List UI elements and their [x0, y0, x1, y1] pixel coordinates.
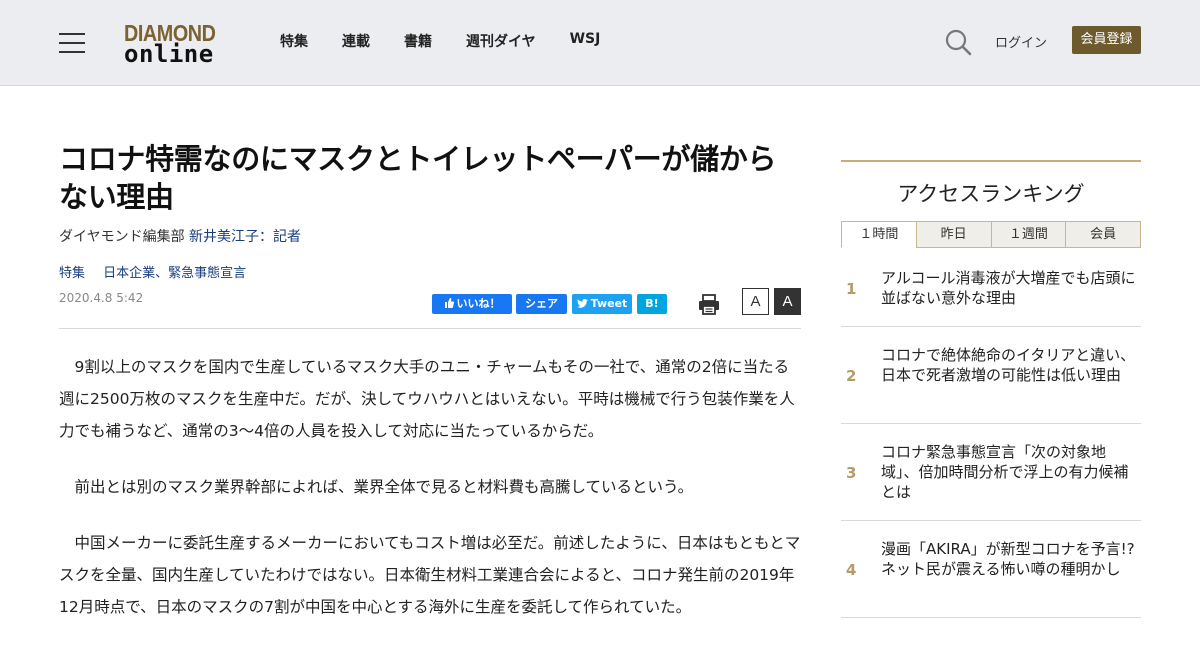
main-nav: 特集 連載 書籍 週刊ダイヤ WSJ — [280, 31, 634, 51]
rank-number: 4 — [846, 561, 857, 579]
menu-icon[interactable] — [59, 31, 85, 53]
twitter-bird-icon — [576, 298, 588, 308]
register-button[interactable]: 会員登録 — [1072, 26, 1141, 54]
paragraph: 9割以上のマスクを国内で生産しているマスク大手のユニ・チャームもその一社で、通常… — [59, 358, 795, 440]
nav-item-rensai[interactable]: 連載 — [342, 31, 370, 51]
article-meta-row: 2020.4.8 5:42 いいね！ シェア Tweet B! A A — [59, 285, 801, 329]
ranking-heading: アクセスランキング — [897, 182, 1085, 206]
facebook-like-button[interactable]: いいね！ — [432, 294, 512, 314]
ranking-item[interactable]: 1 アルコール消毒液が大増産でも店頭に並ばない意外な理由 — [841, 248, 1141, 327]
tweet-label: Tweet — [590, 297, 628, 310]
publish-date: 2020.4.8 5:42 — [59, 291, 144, 305]
tab-1-hour[interactable]: １時間 — [841, 221, 917, 248]
ranking-item[interactable]: 2 コロナで絶体絶命のイタリアと違い、日本で死者激増の可能性は低い理由 — [841, 327, 1141, 424]
login-link[interactable]: ログイン — [995, 32, 1047, 51]
font-size-normal-button[interactable]: A — [742, 288, 769, 315]
nav-item-tokushu[interactable]: 特集 — [280, 31, 308, 51]
paragraph: 前出とは別のマスク業界幹部によれば、業界全体で見ると材料費も高騰しているという。 — [74, 478, 694, 496]
logo-bottom-text: online — [124, 40, 214, 68]
ranking-tabs: １時間 昨日 １週間 会員 — [841, 221, 1141, 248]
rank-number: 2 — [846, 367, 857, 385]
tab-1-week[interactable]: １週間 — [990, 221, 1067, 248]
ranking-item[interactable]: 4 漫画「AKIRA」が新型コロナを予言!?ネット民が震える怖い噂の種明かし — [841, 521, 1141, 618]
thumbs-up-icon — [444, 298, 454, 308]
article: コロナ特需なのにマスクとトイレットペーパーが儲からない理由 ダイヤモンド編集部 … — [59, 140, 801, 647]
ranking-item-title[interactable]: 漫画「AKIRA」が新型コロナを予言!?ネット民が震える怖い噂の種明かし — [881, 521, 1141, 579]
font-size-large-button[interactable]: A — [774, 288, 801, 315]
print-icon[interactable] — [698, 293, 720, 315]
tab-yesterday[interactable]: 昨日 — [915, 221, 992, 248]
article-body: 9割以上のマスクを国内で生産しているマスク大手のユニ・チャームもその一社で、通常… — [59, 351, 801, 623]
search-icon[interactable] — [944, 28, 972, 56]
tag-link[interactable]: 日本企業、緊急事態宣言 — [103, 266, 246, 281]
article-tags: 特集 日本企業、緊急事態宣言 — [59, 262, 801, 281]
paragraph: 中国メーカーに委託生産するメーカーにおいてもコスト増は必至だ。前述したように、日… — [59, 534, 801, 616]
ranking-item-title[interactable]: コロナ緊急事態宣言「次の対象地域」、倍加時間分析で浮上の有力候補とは — [881, 424, 1141, 502]
rank-number: 3 — [846, 464, 857, 482]
site-logo[interactable]: DIAMOND online — [124, 20, 228, 68]
rank-number: 1 — [846, 280, 857, 298]
hatena-bookmark-button[interactable]: B! — [637, 294, 667, 314]
article-title: コロナ特需なのにマスクとトイレットペーパーが儲からない理由 — [59, 142, 777, 214]
ranking-item[interactable]: 3 コロナ緊急事態宣言「次の対象地域」、倍加時間分析で浮上の有力候補とは — [841, 424, 1141, 521]
byline: ダイヤモンド編集部 新井美江子：記者 — [59, 226, 801, 246]
nav-item-weekly-diamond[interactable]: 週刊ダイヤ — [466, 31, 536, 51]
ranking-list: 1 アルコール消毒液が大増産でも店頭に並ばない意外な理由 2 コロナで絶体絶命の… — [841, 248, 1141, 618]
tag-link[interactable]: 特集 — [59, 266, 85, 281]
like-label: いいね！ — [456, 297, 501, 310]
byline-department: ダイヤモンド編集部 — [59, 229, 190, 245]
nav-item-wsj[interactable]: WSJ — [570, 31, 601, 51]
byline-author-link[interactable]: 新井美江子：記者 — [189, 229, 301, 245]
twitter-share-button[interactable]: Tweet — [572, 294, 632, 314]
ranking-item-title[interactable]: コロナで絶体絶命のイタリアと違い、日本で死者激増の可能性は低い理由 — [881, 327, 1141, 385]
nav-item-shoseki[interactable]: 書籍 — [404, 31, 432, 51]
facebook-share-button[interactable]: シェア — [516, 294, 567, 314]
tab-members[interactable]: 会員 — [1065, 221, 1141, 248]
access-ranking: アクセスランキング １時間 昨日 １週間 会員 1 アルコール消毒液が大増産でも… — [841, 160, 1141, 618]
site-header: DIAMOND online 特集 連載 書籍 週刊ダイヤ WSJ ログイン 会… — [0, 0, 1200, 86]
ranking-item-title[interactable]: アルコール消毒液が大増産でも店頭に並ばない意外な理由 — [881, 248, 1141, 308]
